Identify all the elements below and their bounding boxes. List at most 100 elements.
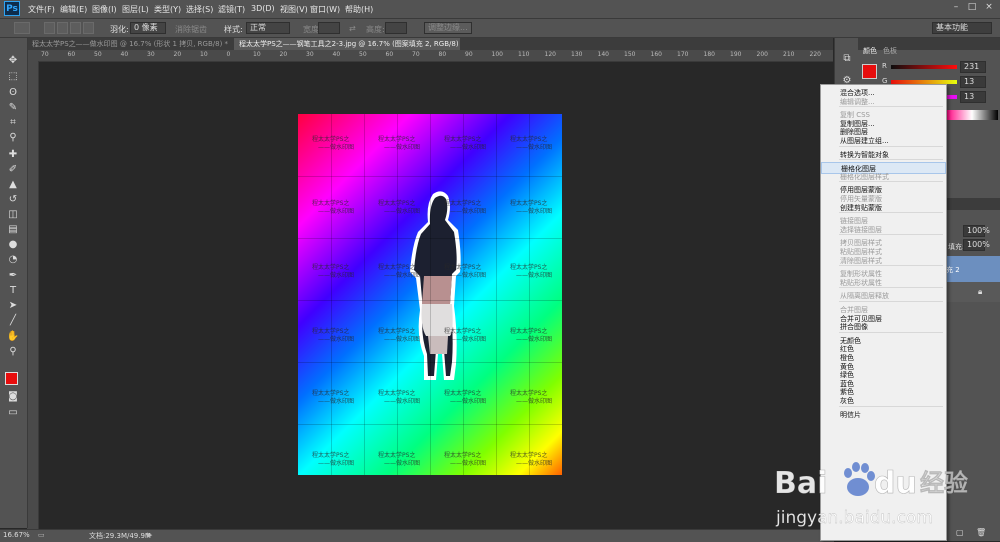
new-selection-icon[interactable]	[44, 22, 55, 34]
style-select[interactable]: 正常	[246, 22, 290, 34]
menu-item-6[interactable]: 滤镜(T)	[218, 4, 245, 15]
clone-stamp-icon[interactable]: ▲	[6, 178, 20, 192]
ruler-number: 140	[597, 51, 609, 58]
b-value[interactable]: 13	[960, 91, 986, 103]
pen-tool-icon[interactable]: ✒	[6, 269, 20, 283]
refine-edge-button[interactable]: 调整边缘...	[424, 22, 472, 34]
status-arrow-icon[interactable]: ▶	[147, 531, 152, 539]
lasso-tool-icon[interactable]: ʘ	[6, 86, 20, 100]
menu-item-3[interactable]: 图层(L)	[122, 4, 149, 15]
layer-name: 充 2	[946, 266, 960, 274]
path-select-icon[interactable]: ➤	[6, 299, 20, 313]
menu-separator	[839, 265, 943, 267]
foreground-color-swatch[interactable]	[5, 372, 18, 385]
watermark-tile: 程太太学PS之 ——做水印图	[510, 200, 552, 216]
height-label: 高度:	[366, 25, 385, 34]
ruler-number: 10	[253, 51, 261, 58]
ruler-number: 160	[650, 51, 662, 58]
workspace-select[interactable]: 基本功能	[932, 22, 992, 34]
zoom-tool-icon[interactable]: ⚲	[6, 345, 20, 359]
eraser-tool-icon[interactable]: ◫	[6, 208, 20, 222]
r-slider[interactable]	[891, 65, 957, 69]
watermark-line2: ——做水印图	[450, 398, 487, 405]
watermark-line1: 程太太学PS之	[510, 136, 548, 143]
subtract-selection-icon[interactable]	[70, 22, 81, 34]
menu-item-5[interactable]: 选择(S)	[186, 4, 213, 15]
intersect-selection-icon[interactable]	[83, 22, 94, 34]
healing-brush-icon[interactable]: ✚	[6, 148, 20, 162]
history-panel-icon[interactable]: ⧉	[840, 52, 854, 66]
watermark-line2: ——做水印图	[516, 398, 553, 405]
context-menu-item[interactable]: 明信片	[821, 409, 946, 421]
width-input[interactable]	[318, 22, 340, 34]
tab-pen-tool-doc[interactable]: 程太太学PS之——钢笔工具之2-3.jpg @ 16.7% (图案填充 2, R…	[234, 38, 460, 60]
antialias-checkbox[interactable]: 消除锯齿	[175, 24, 207, 35]
r-value[interactable]: 231	[960, 61, 986, 73]
watermark-line1: 程太太学PS之	[510, 200, 548, 207]
horizontal-ruler: 70 60 50 40 30 20 10 0 10 20 30 40 50 60 70 80 90 100 110 1…	[27, 50, 833, 62]
dodge-tool-icon[interactable]: ◔	[6, 253, 20, 267]
marquee-preset-icon[interactable]	[14, 22, 30, 34]
type-tool-icon[interactable]: T	[6, 284, 20, 298]
hand-tool-icon[interactable]: ✋	[6, 330, 20, 344]
gradient-tool-icon[interactable]: ▤	[6, 223, 20, 237]
move-tool-icon[interactable]: ✥	[6, 54, 20, 68]
watermark-line1: 程太太学PS之	[378, 200, 416, 207]
ruler-number: 150	[624, 51, 636, 58]
watermark-line2: ——做水印图	[318, 272, 355, 279]
menu-item-0[interactable]: 文件(F)	[28, 4, 55, 15]
swap-icon[interactable]: ⇄	[349, 24, 356, 33]
height-input[interactable]	[385, 22, 407, 34]
fill-input[interactable]: 100%	[963, 239, 990, 251]
menu-item-4[interactable]: 类型(Y)	[154, 4, 181, 15]
watermark-tile: 程太太学PS之 ——做水印图	[510, 136, 552, 152]
tab-swatches[interactable]: 色板	[883, 46, 897, 56]
document-canvas[interactable]: 程太太学PS之 ——做水印图 程太太学PS之 ——做水印图 程太太学PS之 ——做水印图程…	[298, 114, 562, 475]
menu-item-8[interactable]: 视图(V)	[280, 4, 308, 15]
feather-input[interactable]: 0 像素	[130, 22, 166, 34]
quick-select-tool-icon[interactable]: ✎	[6, 101, 20, 115]
watermark-line1: 程太太学PS之	[378, 452, 416, 459]
ruler-number: 0	[226, 51, 231, 58]
screen-mode-icon[interactable]: ▭	[6, 406, 20, 420]
status-icon[interactable]: ▭	[38, 531, 45, 539]
g-value[interactable]: 13	[960, 76, 986, 88]
watermark-line1: 程太太学PS之	[378, 390, 416, 397]
watermark-tile: 程太太学PS之 ——做水印图	[312, 136, 354, 152]
layer-row[interactable]: 🔒︎	[946, 282, 1000, 302]
crop-tool-icon[interactable]: ⌗	[6, 116, 20, 130]
watermark-tile: 程太太学PS之 ——做水印图	[312, 328, 354, 344]
ruler-number: 130	[571, 51, 583, 58]
tab-watermark-doc[interactable]: 程太太学PS之——做水印图 @ 16.7% (形状 1 拷贝, RGB/8) *	[27, 38, 233, 50]
blur-tool-icon[interactable]: ●	[6, 238, 20, 252]
quick-mask-icon[interactable]: ◙	[6, 390, 20, 404]
menu-item-7[interactable]: 3D(D)	[251, 4, 275, 13]
marquee-tool-icon[interactable]: ⬚	[6, 70, 20, 84]
tab-color[interactable]: 颜色	[863, 46, 877, 56]
watermark-tile: 程太太学PS之 ——做水印图	[510, 452, 552, 468]
watermark-line1: 程太太学PS之	[312, 452, 350, 459]
layer-row-selected[interactable]: 充 2	[946, 256, 1000, 282]
history-brush-icon[interactable]: ↺	[6, 193, 20, 207]
shape-tool-icon[interactable]: ╱	[6, 314, 20, 328]
menu-separator	[839, 405, 943, 407]
grid-line	[298, 362, 562, 363]
menu-item-10[interactable]: 帮助(H)	[345, 4, 373, 15]
menu-item-9[interactable]: 窗口(W)	[310, 4, 340, 15]
brush-tool-icon[interactable]: ✐	[6, 163, 20, 177]
zoom-level[interactable]: 16.67%	[3, 531, 30, 539]
watermark-line2: ——做水印图	[516, 336, 553, 343]
color-ramp[interactable]	[946, 110, 998, 120]
close-button[interactable]: ×	[983, 2, 995, 13]
opacity-input[interactable]: 100%	[963, 225, 990, 237]
add-selection-icon[interactable]	[57, 22, 68, 34]
menu-item-1[interactable]: 编辑(E)	[60, 4, 87, 15]
minimize-button[interactable]: –	[950, 2, 962, 13]
watermark-line2: ——做水印图	[450, 144, 487, 151]
menu-separator	[839, 331, 943, 333]
panel-foreground-swatch[interactable]	[862, 64, 877, 79]
menu-item-2[interactable]: 图像(I)	[92, 4, 117, 15]
eyedropper-tool-icon[interactable]: ⚲	[6, 131, 20, 145]
maximize-button[interactable]: □	[966, 2, 978, 13]
ruler-number: 50	[359, 51, 367, 58]
